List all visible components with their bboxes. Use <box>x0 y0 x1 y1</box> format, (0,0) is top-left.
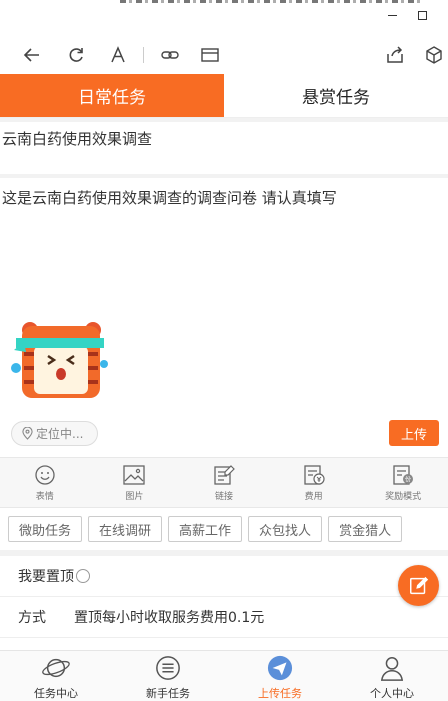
browser-toolbar <box>0 36 448 74</box>
nav-item-upload-task[interactable]: 上传任务 <box>224 651 336 701</box>
media-label: 表情 <box>35 491 54 502</box>
task-title[interactable]: 云南白药使用效果调查 <box>2 128 152 149</box>
category-chip[interactable]: 赏金猎人 <box>328 516 403 542</box>
font-icon[interactable] <box>106 43 130 67</box>
send-icon <box>267 655 293 681</box>
section-divider <box>0 174 448 178</box>
image-icon <box>123 464 146 485</box>
pin-row[interactable]: 我要置顶 <box>0 556 448 597</box>
edit-fab-button[interactable] <box>398 565 439 606</box>
nav-item-profile[interactable]: 个人中心 <box>336 651 448 701</box>
category-chip[interactable]: 微助任务 <box>8 516 83 542</box>
nav-item-newbie-tasks[interactable]: 新手任务 <box>112 651 224 701</box>
category-chip[interactable]: 高薪工作 <box>168 516 243 542</box>
task-tabs: 日常任务 悬赏任务 <box>0 74 448 118</box>
nav-label: 任务中心 <box>34 687 78 700</box>
pin-label: 我要置顶 <box>18 569 74 585</box>
list-icon <box>156 656 180 680</box>
method-row: 方式 置顶每小时收取服务费用0.1元 <box>0 597 448 638</box>
section-divider <box>0 118 448 122</box>
media-item-link[interactable]: 链接 <box>179 458 269 507</box>
method-value: 置顶每小时收取服务费用0.1元 <box>74 610 265 626</box>
tiger-mascot-sticker <box>10 320 110 400</box>
reward-mode-icon: 份 <box>393 464 414 485</box>
window-titlebar <box>0 0 448 34</box>
fee-icon <box>303 464 325 485</box>
tab-reward-tasks[interactable]: 悬赏任务 <box>224 74 448 117</box>
media-label: 奖励模式 <box>385 491 422 502</box>
media-label: 链接 <box>214 491 233 502</box>
upload-button[interactable]: 上传 <box>389 420 439 446</box>
media-toolbar: 表情 图片 链接 费用 份 奖励模式 <box>0 457 448 508</box>
link-icon <box>214 464 235 485</box>
share-icon[interactable] <box>383 43 407 67</box>
cube-icon[interactable] <box>422 43 446 67</box>
toolbar-separator <box>143 47 144 63</box>
pin-radio[interactable] <box>76 569 90 583</box>
edit-icon <box>409 576 428 594</box>
task-description[interactable]: 这是云南白药使用效果调查的调查问卷 请认真填写 <box>2 187 337 208</box>
media-item-fee[interactable]: 费用 <box>269 458 359 507</box>
person-icon <box>380 657 404 681</box>
titlebar-strip <box>120 0 420 3</box>
location-pin-icon <box>22 427 33 440</box>
media-label: 图片 <box>125 491 144 502</box>
media-item-image[interactable]: 图片 <box>90 458 180 507</box>
refresh-icon[interactable] <box>64 43 88 67</box>
svg-text:份: 份 <box>405 475 411 483</box>
card-icon[interactable] <box>198 43 222 67</box>
location-chip[interactable]: 定位中... <box>11 421 98 446</box>
category-chip[interactable]: 众包找人 <box>248 516 323 542</box>
tab-daily-tasks[interactable]: 日常任务 <box>0 74 224 117</box>
category-chip[interactable]: 在线调研 <box>88 516 163 542</box>
emoji-icon <box>35 464 55 485</box>
nav-item-task-center[interactable]: 任务中心 <box>0 651 112 701</box>
back-icon[interactable] <box>20 43 44 67</box>
location-label: 定位中... <box>36 427 84 441</box>
media-item-reward-mode[interactable]: 份 奖励模式 <box>358 458 448 507</box>
maximize-icon[interactable] <box>418 11 427 20</box>
bottom-nav: 任务中心 新手任务 上传任务 个人中心 <box>0 650 448 701</box>
media-item-emoji[interactable]: 表情 <box>0 458 90 507</box>
link-icon[interactable] <box>158 43 182 67</box>
minimize-icon[interactable] <box>388 15 397 16</box>
nav-label: 个人中心 <box>370 687 414 700</box>
method-key: 方式 <box>18 610 46 626</box>
media-label: 费用 <box>304 491 323 502</box>
nav-label: 新手任务 <box>146 687 190 700</box>
category-chips: 微助任务 在线调研 高薪工作 众包找人 赏金猎人 <box>8 516 403 542</box>
planet-icon <box>42 658 70 678</box>
nav-label: 上传任务 <box>258 687 302 700</box>
